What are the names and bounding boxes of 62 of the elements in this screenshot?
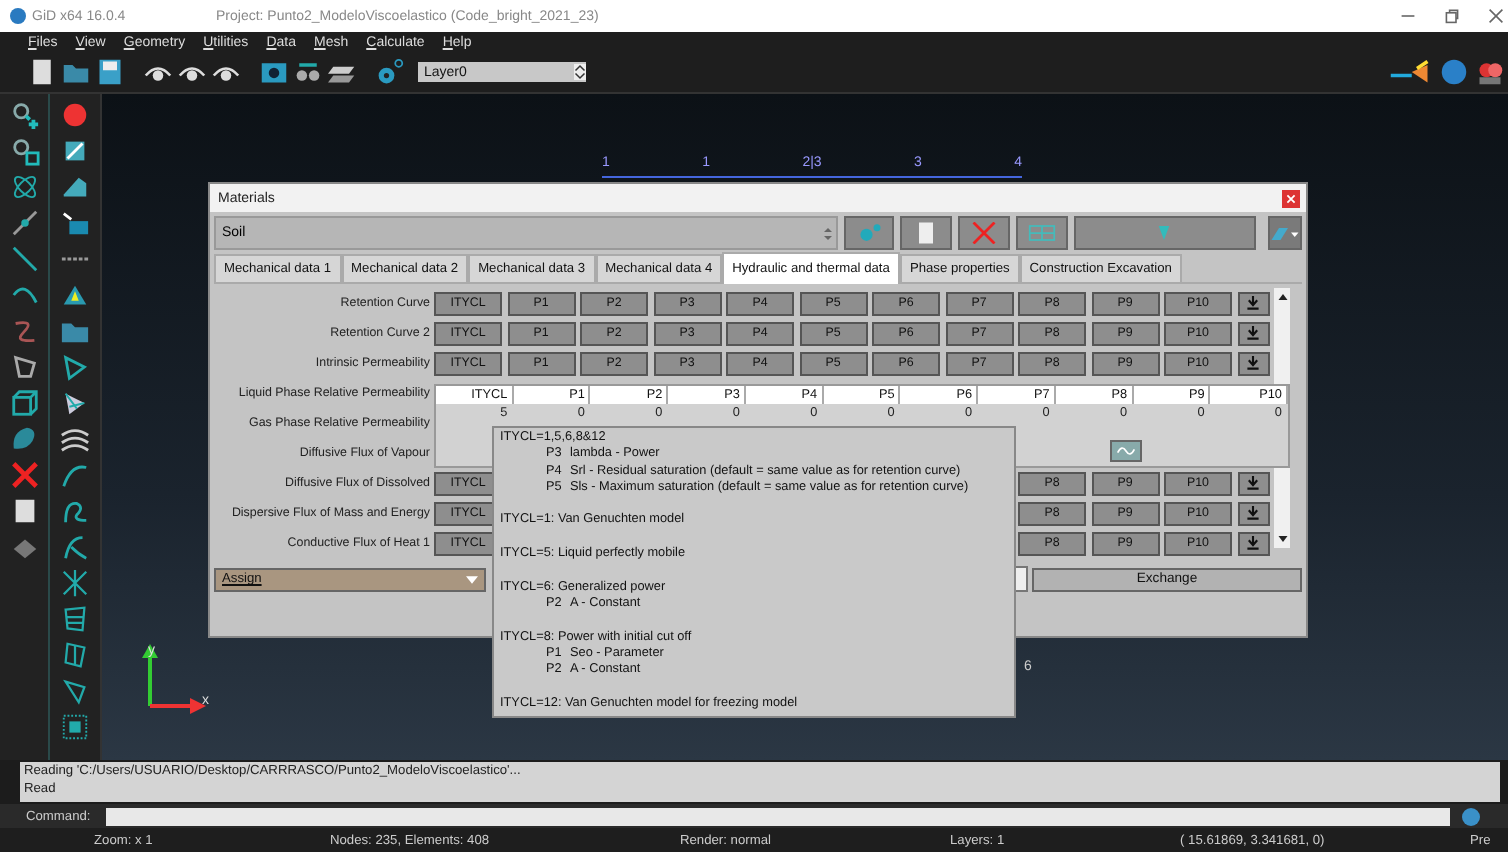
triangle-icon[interactable] xyxy=(59,280,89,310)
options-dropdown[interactable] xyxy=(1267,216,1302,250)
dots-icon xyxy=(855,222,883,244)
graph-button[interactable] xyxy=(1110,440,1142,462)
logo-icon[interactable] xyxy=(1440,58,1468,86)
restore-icon[interactable] xyxy=(1444,8,1460,24)
atom-icon[interactable] xyxy=(9,172,39,202)
caret-icon xyxy=(823,223,832,243)
delete-icon[interactable] xyxy=(9,460,39,490)
command-field[interactable] xyxy=(106,807,1450,825)
gear-icon[interactable] xyxy=(376,58,404,86)
zoom-window-icon[interactable] xyxy=(9,136,39,166)
save-icon[interactable] xyxy=(96,58,124,86)
download-icon xyxy=(1246,296,1260,310)
dotted-line-icon[interactable] xyxy=(9,208,39,238)
caret-icon xyxy=(466,575,478,583)
quad-icon[interactable] xyxy=(59,352,89,382)
scroll-up-icon[interactable] xyxy=(1277,294,1287,300)
table-icon xyxy=(1027,222,1056,244)
curve-icon[interactable] xyxy=(59,460,89,490)
download-icon xyxy=(1246,506,1260,520)
shape-icon xyxy=(1269,223,1300,243)
download-icon xyxy=(1246,326,1260,340)
grid-icon[interactable] xyxy=(59,640,89,670)
camera-icon[interactable] xyxy=(260,58,288,86)
line-icon[interactable] xyxy=(9,244,39,274)
close-icon[interactable] xyxy=(1488,8,1504,24)
curve-icon[interactable] xyxy=(9,316,39,346)
download-icon xyxy=(1246,476,1260,490)
grid-icon[interactable] xyxy=(59,712,89,742)
scroll-down-icon[interactable] xyxy=(1277,536,1287,542)
delete-icon xyxy=(969,222,998,244)
blob-icon[interactable] xyxy=(9,424,39,454)
wave-icon xyxy=(1116,444,1136,458)
caret-icon xyxy=(574,64,586,80)
arrow-icon[interactable] xyxy=(1388,58,1432,86)
wave-icon[interactable] xyxy=(59,424,89,454)
download-button[interactable] xyxy=(1237,351,1269,375)
help-icon[interactable] xyxy=(1462,807,1480,825)
download-button[interactable] xyxy=(1237,321,1269,345)
zoom-in-icon[interactable] xyxy=(9,100,39,130)
table-button[interactable] xyxy=(1015,216,1068,250)
download-button[interactable] xyxy=(1237,501,1269,525)
selection-icon[interactable] xyxy=(59,208,89,238)
app-logo-icon xyxy=(10,8,26,24)
cube-icon[interactable] xyxy=(9,388,39,418)
download-icon xyxy=(1246,356,1260,370)
download-icon xyxy=(1246,536,1260,550)
copy-button[interactable] xyxy=(900,216,953,250)
download-button[interactable] xyxy=(1237,291,1269,315)
badge-icon[interactable] xyxy=(1476,58,1504,86)
star-icon[interactable] xyxy=(59,568,89,598)
record-icon[interactable] xyxy=(59,100,89,130)
new-file-icon[interactable] xyxy=(28,58,56,86)
curve-icon[interactable] xyxy=(59,496,89,526)
download-button[interactable] xyxy=(1237,471,1269,495)
grid-icon[interactable] xyxy=(59,604,89,634)
download-button[interactable] xyxy=(1237,531,1269,555)
curve-icon[interactable] xyxy=(59,532,89,562)
close-icon[interactable] xyxy=(1282,189,1300,207)
trapezoid-icon[interactable] xyxy=(9,352,39,382)
new-material-button[interactable] xyxy=(843,216,895,250)
